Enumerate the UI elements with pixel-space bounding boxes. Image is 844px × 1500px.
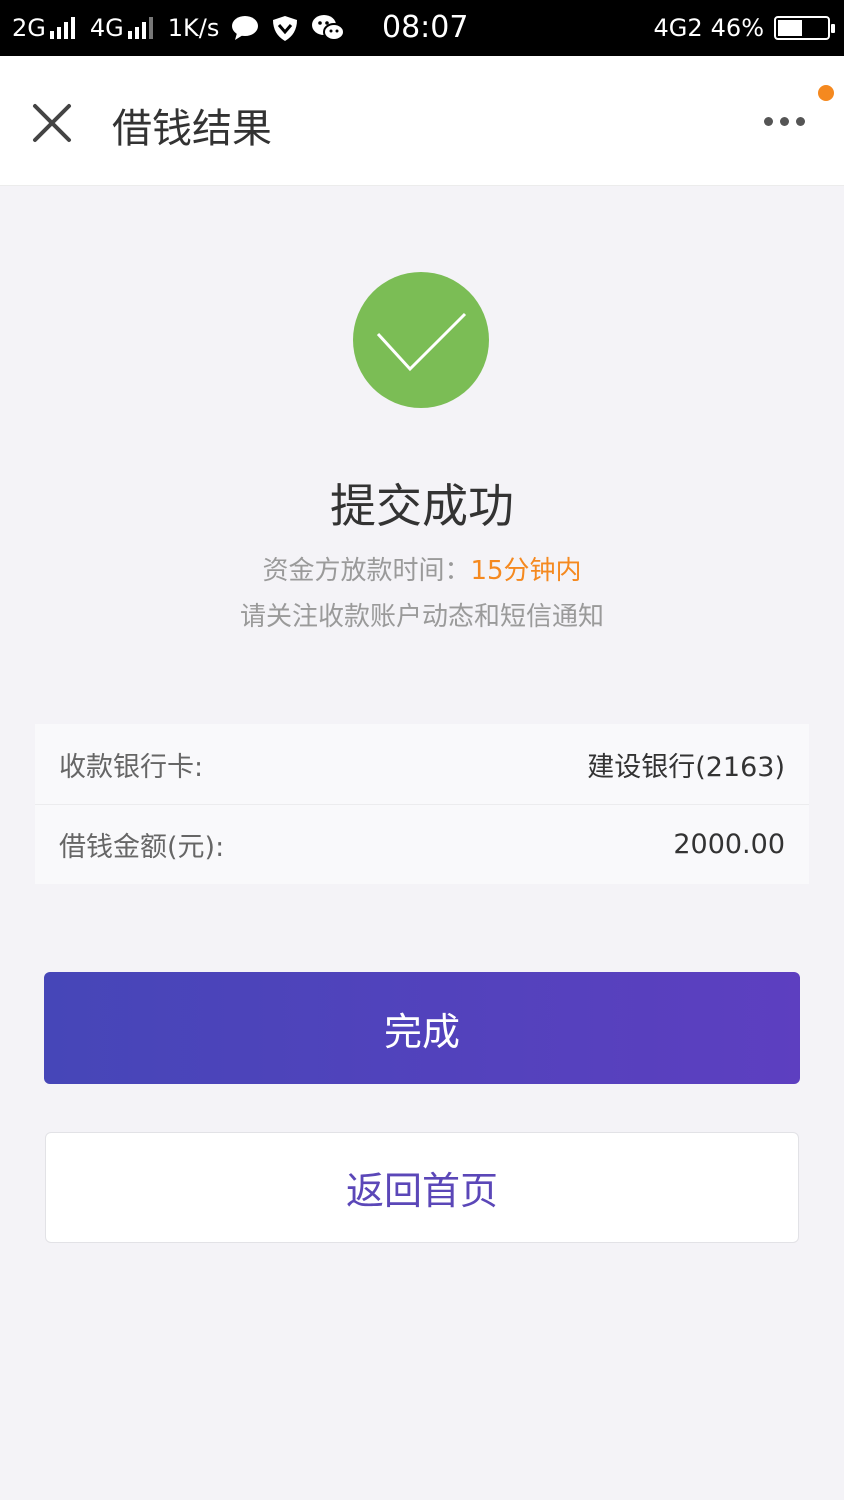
nav-bar: 借钱结果 <box>0 56 844 186</box>
chat-bubble-icon <box>232 16 259 40</box>
done-button[interactable]: 完成 <box>44 972 800 1084</box>
network-2g-label: 2G <box>12 14 46 42</box>
network-speed: 1K/s <box>167 14 220 42</box>
wechat-icon <box>312 15 346 41</box>
info-label: 借钱金额(元): <box>59 832 225 863</box>
info-value: 2000.00 <box>673 829 785 860</box>
back-home-button[interactable]: 返回首页 <box>45 1132 799 1243</box>
more-icon[interactable] <box>764 111 820 135</box>
notice-text: 请关注收款账户动态和短信通知 <box>239 602 604 632</box>
info-value: 建设银行(2163) <box>587 751 785 783</box>
battery-percent: 46% <box>710 14 764 42</box>
status-bar: 2G 4G 1K/s 08:07 4G2 46% <box>0 0 844 56</box>
check-circle-icon <box>353 272 489 408</box>
shield-icon <box>273 16 298 41</box>
clock: 08:07 <box>382 10 469 45</box>
disbursement-time-value: 15分钟内 <box>470 556 582 586</box>
page-title: 借钱结果 <box>112 106 272 152</box>
network-4g-label: 4G <box>89 14 124 42</box>
notification-dot <box>818 85 834 101</box>
info-row-amount: 借钱金额(元): 2000.00 <box>35 804 809 884</box>
close-icon[interactable] <box>30 101 74 145</box>
info-card: 收款银行卡: 建设银行(2163) 借钱金额(元): 2000.00 <box>35 724 809 884</box>
signal-strength-icon <box>49 17 78 39</box>
battery-icon <box>774 16 835 40</box>
info-row-bank-card: 收款银行卡: 建设银行(2163) <box>35 724 809 804</box>
status-right: 4G2 46% <box>646 14 835 42</box>
signal-2g: 2G <box>12 14 78 42</box>
signal-4g: 4G <box>90 14 156 42</box>
signal-strength-icon <box>127 17 156 39</box>
disbursement-time-label: 资金方放款时间： <box>262 556 471 586</box>
info-label: 收款银行卡: <box>59 751 204 783</box>
disbursement-time: 资金方放款时间：15分钟内 <box>0 550 844 587</box>
result-title: 提交成功 <box>330 479 514 533</box>
network-4g2-label: 4G2 <box>653 14 703 42</box>
status-left: 2G 4G 1K/s <box>12 14 357 42</box>
